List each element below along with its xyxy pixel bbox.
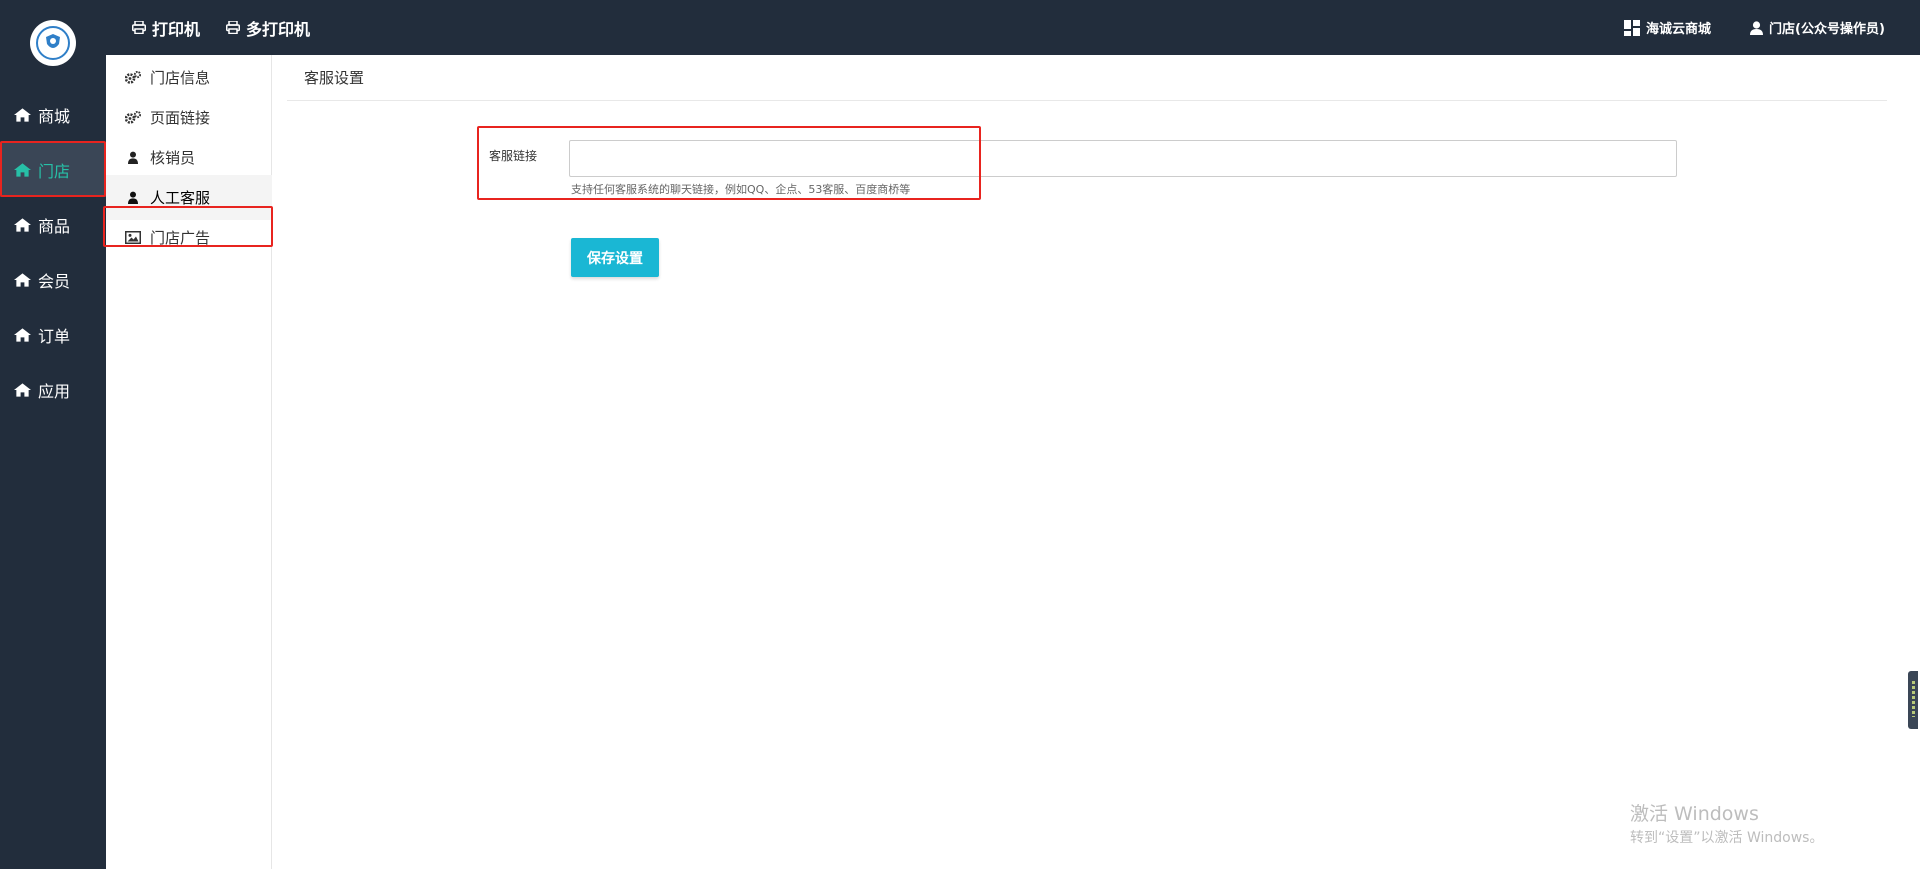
activation-watermark-text: 转到“设置”以激活 Windows。 (1630, 830, 1824, 846)
brand-logo[interactable] (30, 20, 76, 66)
submenu-item-store-ads[interactable]: 门店广告 (106, 215, 272, 260)
user-menu-label: 门店(公众号操作员) (1769, 22, 1885, 37)
nav-item-label: 门店 (38, 161, 71, 181)
nav-item-label: 会员 (38, 271, 71, 291)
nav-item-store[interactable]: 门店 (0, 142, 106, 197)
shop-link-label: 海诚云商城 (1646, 22, 1712, 37)
nav-item-label: 商城 (38, 106, 71, 126)
nav-item-members[interactable]: 会员 (0, 252, 106, 307)
logo-icon (46, 34, 60, 48)
shop-link[interactable]: 海诚云商城 (1624, 0, 1711, 55)
nav-item-label: 订单 (38, 326, 71, 346)
cogs-icon (125, 71, 141, 84)
nav-item-mall[interactable]: 商城 (0, 87, 106, 142)
user-icon (128, 191, 138, 204)
multi-printer-link[interactable]: 多打印机 (226, 0, 310, 55)
submenu-item-label: 人工客服 (150, 189, 211, 207)
home-icon (14, 217, 31, 232)
scroll-handle[interactable] (1908, 671, 1918, 729)
home-icon (14, 327, 31, 342)
main-sidebar: 商城 门店 商品 会员 订单 应用 (0, 0, 106, 869)
page-title: 客服设置 (304, 69, 365, 87)
top-header: 打印机 多打印机 海诚云商城 门店(公众号操作员) (106, 0, 1920, 55)
submenu-item-verifier[interactable]: 核销员 (106, 135, 272, 180)
activation-watermark-title: 激活 Windows (1630, 803, 1759, 825)
submenu-item-label: 门店信息 (150, 69, 211, 87)
logo-mark (36, 26, 70, 60)
printer-icon (226, 21, 240, 34)
submenu-item-customer-service[interactable]: 人工客服 (106, 175, 272, 220)
user-menu[interactable]: 门店(公众号操作员) (1750, 0, 1885, 55)
submenu-item-page-links[interactable]: 页面链接 (106, 95, 272, 140)
nav-item-orders[interactable]: 订单 (0, 307, 106, 362)
scroll-grip (1912, 681, 1915, 717)
printer-link[interactable]: 打印机 (132, 0, 200, 55)
grid-icon (1624, 19, 1640, 36)
submenu-item-label: 门店广告 (150, 229, 211, 247)
main-content: 客服设置 客服链接 支持任何客服系统的聊天链接，例如QQ、企点、53客服、百度商… (272, 55, 1887, 869)
home-icon (14, 107, 31, 122)
home-icon (14, 162, 31, 177)
service-link-help: 支持任何客服系统的聊天链接，例如QQ、企点、53客服、百度商桥等 (571, 183, 911, 196)
home-icon (14, 382, 31, 397)
heading-divider (287, 100, 1887, 101)
save-settings-button[interactable]: 保存设置 (571, 238, 659, 277)
nav-item-label: 商品 (38, 216, 71, 236)
cogs-icon (125, 111, 141, 124)
submenu-item-store-info[interactable]: 门店信息 (106, 55, 272, 100)
submenu-item-label: 核销员 (150, 149, 196, 167)
nav-item-goods[interactable]: 商品 (0, 197, 106, 252)
service-link-label: 客服链接 (489, 149, 538, 163)
user-icon (128, 151, 138, 164)
store-submenu: 门店信息 页面链接 核销员 人工客服 门店广告 (106, 55, 272, 869)
printer-link-label: 打印机 (152, 19, 201, 39)
nav-item-apps[interactable]: 应用 (0, 362, 106, 417)
image-icon (125, 231, 141, 244)
home-icon (14, 272, 31, 287)
user-icon (1750, 20, 1763, 35)
multi-printer-link-label: 多打印机 (246, 19, 311, 39)
submenu-item-label: 页面链接 (150, 109, 211, 127)
service-link-input[interactable] (569, 140, 1677, 177)
printer-icon (132, 21, 146, 34)
nav-item-label: 应用 (38, 381, 71, 401)
